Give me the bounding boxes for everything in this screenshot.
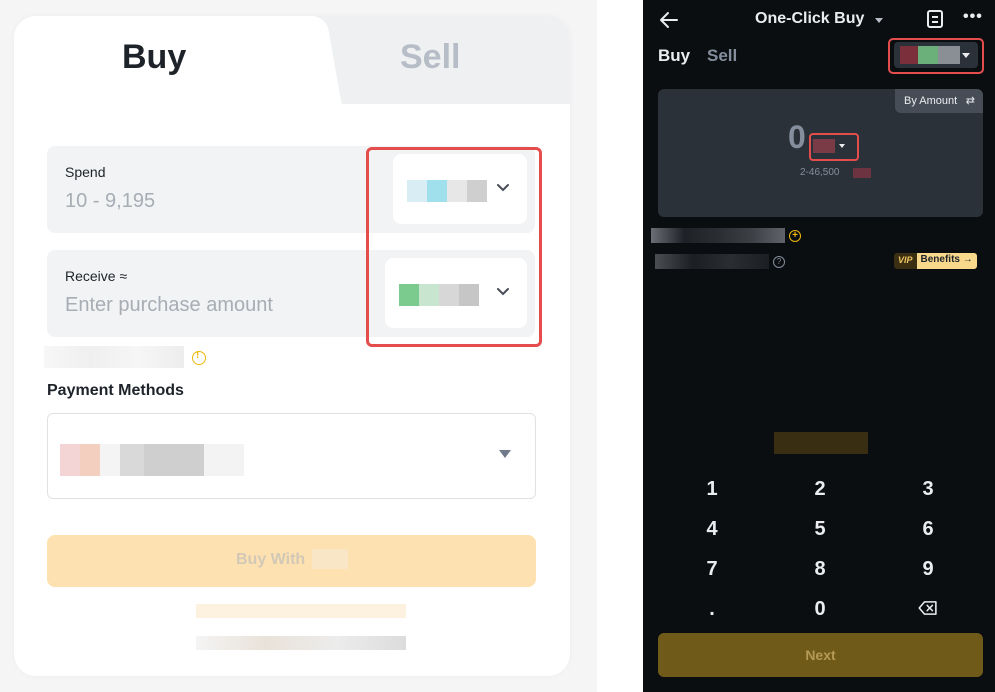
amount-value: 0 — [788, 119, 806, 155]
key-0[interactable]: 0 — [800, 598, 840, 621]
plus-circle-icon[interactable]: + — [789, 230, 801, 242]
key-decimal[interactable]: . — [692, 598, 732, 621]
mobile-screen: One-Click Buy ••• Buy Sell By Amount ⇄ 0… — [643, 0, 995, 692]
redacted-footer-line-2 — [196, 636, 406, 650]
range-currency-redacted — [853, 168, 871, 178]
buy-with-currency-redacted — [312, 549, 348, 569]
receive-input[interactable]: Enter purchase amount — [65, 294, 273, 317]
screenshot-stage: Buy Sell Spend 10 - 9,195 Receive ≈ Ente… — [0, 0, 995, 692]
key-5[interactable]: 5 — [800, 518, 840, 541]
back-arrow-icon[interactable] — [657, 10, 681, 30]
redacted-balance-line — [651, 228, 785, 243]
key-6[interactable]: 6 — [908, 518, 948, 541]
caret-down-icon — [499, 450, 511, 458]
mobile-tab-sell[interactable]: Sell — [707, 46, 737, 66]
key-2[interactable]: 2 — [800, 478, 840, 501]
highlight-box-amount-currency — [809, 133, 859, 161]
spend-label: Spend — [65, 164, 106, 180]
key-7[interactable]: 7 — [692, 558, 732, 581]
by-amount-toggle[interactable]: By Amount ⇄ — [895, 89, 983, 113]
spend-range[interactable]: 10 - 9,195 — [65, 190, 155, 213]
document-icon[interactable] — [927, 10, 943, 28]
key-8[interactable]: 8 — [800, 558, 840, 581]
dropdown-caret-icon[interactable] — [875, 18, 883, 23]
amount-range: 2-46,500 — [800, 167, 840, 178]
redacted-note — [44, 346, 184, 368]
help-icon[interactable]: ? — [773, 256, 785, 268]
buy-with-button[interactable]: Buy With — [47, 535, 536, 587]
tab-sell-label[interactable]: Sell — [400, 38, 460, 77]
redacted-fee-line — [655, 254, 769, 269]
next-label: Next — [805, 647, 836, 663]
highlight-box-currency — [366, 147, 542, 347]
info-warning-icon[interactable] — [192, 350, 206, 365]
more-icon[interactable]: ••• — [963, 8, 983, 26]
tab-buy-label[interactable]: Buy — [122, 38, 186, 77]
vip-tag: VIP — [894, 253, 917, 269]
by-amount-label: By Amount — [904, 95, 958, 107]
mobile-tab-buy[interactable]: Buy — [658, 46, 690, 66]
highlight-box-fiat — [888, 38, 984, 74]
benefits-label: Benefits → — [916, 253, 977, 269]
payment-method-select[interactable] — [47, 413, 536, 499]
key-1[interactable]: 1 — [692, 478, 732, 501]
screen-title[interactable]: One-Click Buy — [755, 10, 864, 28]
payment-method-redacted — [60, 444, 244, 476]
payment-methods-title: Payment Methods — [47, 382, 184, 399]
redacted-promo — [774, 432, 868, 454]
redacted-footer-line-1 — [196, 604, 406, 618]
buy-with-label: Buy With — [236, 551, 306, 568]
vip-benefits-badge[interactable]: VIP Benefits → — [894, 253, 977, 269]
key-3[interactable]: 3 — [908, 478, 948, 501]
next-button[interactable]: Next — [658, 633, 983, 677]
swap-icon: ⇄ — [965, 95, 975, 107]
receive-label: Receive ≈ — [65, 268, 128, 284]
key-4[interactable]: 4 — [692, 518, 732, 541]
key-9[interactable]: 9 — [908, 558, 948, 581]
backspace-icon[interactable] — [918, 601, 938, 615]
